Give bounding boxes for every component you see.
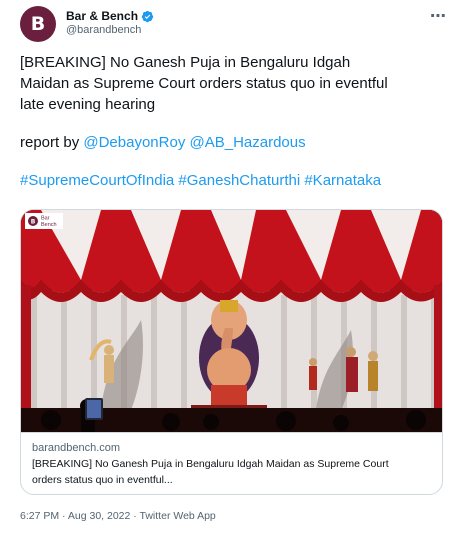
author-handle[interactable]: @barandbench bbox=[66, 24, 141, 36]
logo-badge-text: Bar bbox=[41, 216, 50, 222]
headline-line: Maidan as Supreme Court orders status qu… bbox=[20, 75, 388, 92]
avatar[interactable]: B bbox=[20, 6, 56, 42]
tweet-date[interactable]: Aug 30, 2022 bbox=[68, 510, 130, 522]
author-name-row[interactable]: Bar & Bench bbox=[66, 9, 154, 23]
headline-line: late evening hearing bbox=[20, 96, 156, 113]
ganesh-pandal-photo: B Bar Bench bbox=[21, 210, 442, 432]
link-preview-card[interactable]: B Bar Bench barandbench.com [BREAKING] N… bbox=[20, 209, 443, 495]
hashtags-line: #SupremeCourtOfIndia #GaneshChaturthi #K… bbox=[20, 170, 452, 191]
mention-link[interactable]: @DebayonRoy bbox=[83, 134, 185, 151]
hashtag-link[interactable]: #SupremeCourtOfIndia bbox=[20, 172, 174, 189]
headline-line: [BREAKING] No Ganesh Puja in Bengaluru I… bbox=[20, 54, 351, 71]
card-image[interactable]: B Bar Bench bbox=[21, 210, 442, 432]
tweet-source[interactable]: Twitter Web App bbox=[140, 510, 216, 522]
author-display-name[interactable]: Bar & Bench bbox=[66, 9, 138, 23]
verified-badge-icon bbox=[141, 10, 154, 22]
hashtag-link[interactable]: #Karnataka bbox=[304, 172, 381, 189]
separator: · bbox=[130, 510, 140, 522]
separator: · bbox=[59, 510, 68, 522]
tweet-time[interactable]: 6:27 PM bbox=[20, 510, 59, 522]
report-by-label: report by bbox=[20, 134, 84, 151]
avatar-logo: B bbox=[30, 12, 46, 35]
tweet: B Bar & Bench @barandbench ⋯ [BREAKING] … bbox=[0, 0, 463, 535]
mention-link[interactable]: @AB_Hazardous bbox=[190, 134, 306, 151]
tweet-text: [BREAKING] No Ganesh Puja in Bengaluru I… bbox=[20, 52, 452, 191]
more-options-icon[interactable]: ⋯ bbox=[430, 6, 446, 26]
tweet-timestamp: 6:27 PM · Aug 30, 2022 · Twitter Web App bbox=[20, 510, 216, 522]
tweet-header: B Bar & Bench @barandbench ⋯ bbox=[20, 4, 450, 44]
hashtag-link[interactable]: #GaneshChaturthi bbox=[178, 172, 300, 189]
logo-badge-text: Bench bbox=[41, 222, 57, 228]
report-by-line: report by @DebayonRoy @AB_Hazardous bbox=[20, 132, 452, 153]
card-domain: barandbench.com bbox=[32, 442, 121, 454]
card-meta[interactable]: barandbench.com [BREAKING] No Ganesh Puj… bbox=[21, 432, 442, 494]
card-title-line: [BREAKING] No Ganesh Puja in Bengaluru I… bbox=[32, 458, 389, 470]
logo-badge-letter: B bbox=[31, 219, 36, 226]
card-title-line: orders status quo in eventful... bbox=[32, 474, 173, 486]
